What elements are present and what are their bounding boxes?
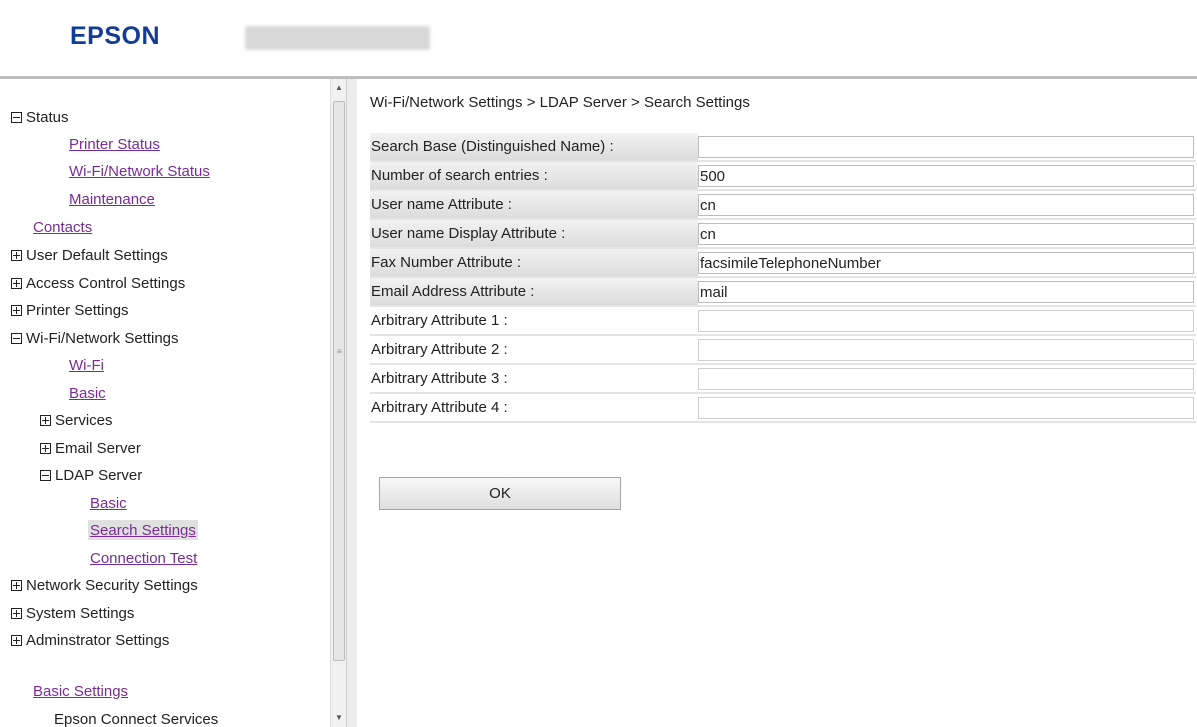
sidebar-item-label: Network Security Settings	[26, 576, 198, 594]
form-row-user-name-display-attribute: User name Display Attribute :	[370, 220, 1196, 249]
collapse-icon[interactable]	[11, 111, 22, 123]
field-label: Arbitrary Attribute 3 :	[371, 370, 508, 387]
sidebar-item-label: Printer Settings	[26, 301, 129, 319]
sidebar-item-email-server[interactable]: Email Server	[40, 438, 141, 458]
form-row-arbitrary-attribute-4: Arbitrary Attribute 4 :	[370, 394, 1196, 423]
scroll-down-arrow-icon[interactable]: ▼	[333, 711, 345, 725]
sidebar-link-contacts[interactable]: Contacts	[33, 217, 92, 237]
sidebar-item-label: System Settings	[26, 604, 135, 622]
grip-icon: ≡	[337, 347, 342, 356]
sidebar-item-label: User Default Settings	[26, 246, 168, 264]
sidebar-item-label: Wi-Fi/Network Settings	[26, 329, 179, 347]
sidebar-item-label: Status	[26, 108, 69, 126]
sidebar-item-network-security-settings[interactable]: Network Security Settings	[11, 575, 198, 595]
form-row-search-base: Search Base (Distinguished Name) :	[370, 133, 1196, 162]
sidebar-item-wifi-network-settings[interactable]: Wi-Fi/Network Settings	[11, 328, 179, 348]
sidebar-link-maintenance[interactable]: Maintenance	[69, 189, 155, 209]
ok-button[interactable]: OK	[379, 477, 621, 510]
sidebar-item-ldap-server[interactable]: LDAP Server	[40, 465, 142, 485]
search-settings-form: Search Base (Distinguished Name) : Numbe…	[370, 133, 1196, 423]
sidebar-link-basic-settings[interactable]: Basic Settings	[33, 681, 128, 701]
sidebar-item-printer-settings[interactable]: Printer Settings	[11, 300, 129, 320]
form-row-fax-number-attribute: Fax Number Attribute :	[370, 249, 1196, 278]
expand-icon[interactable]	[11, 304, 22, 316]
sidebar-item-label: Access Control Settings	[26, 274, 186, 292]
field-label: Fax Number Attribute :	[370, 249, 698, 276]
expand-icon[interactable]	[11, 249, 22, 261]
sidebar-item-services[interactable]: Services	[40, 410, 113, 430]
form-row-email-address-attribute: Email Address Attribute :	[370, 278, 1196, 307]
sidebar-link-wifi-network-status[interactable]: Wi-Fi/Network Status	[69, 161, 210, 181]
form-row-arbitrary-attribute-1: Arbitrary Attribute 1 :	[370, 307, 1196, 336]
collapse-icon[interactable]	[11, 332, 22, 344]
expand-icon[interactable]	[40, 414, 51, 426]
fax-number-attribute-input[interactable]	[698, 252, 1194, 274]
sidebar-item-access-control-settings[interactable]: Access Control Settings	[11, 273, 185, 293]
epson-logo: EPSON	[70, 22, 161, 50]
sidebar-item-status[interactable]: Status	[11, 107, 69, 127]
sidebar-item-label: LDAP Server	[55, 466, 143, 484]
field-label: User name Display Attribute :	[370, 220, 698, 247]
field-label: User name Attribute :	[370, 191, 698, 218]
sidebar-item-administrator-settings[interactable]: Adminstrator Settings	[11, 630, 169, 650]
expand-icon[interactable]	[40, 442, 51, 454]
sidebar-item-user-default-settings[interactable]: User Default Settings	[11, 245, 168, 265]
expand-icon[interactable]	[11, 579, 22, 591]
collapse-icon[interactable]	[40, 469, 51, 481]
form-row-arbitrary-attribute-3: Arbitrary Attribute 3 :	[370, 365, 1196, 394]
sidebar-link-search-settings[interactable]: Search Settings	[88, 520, 198, 540]
arbitrary-attribute-4-input[interactable]	[698, 397, 1194, 419]
page-header: EPSON	[0, 0, 1197, 76]
field-label: Arbitrary Attribute 4 :	[371, 399, 508, 416]
sidebar-item-label: Services	[55, 411, 113, 429]
sidebar-item-system-settings[interactable]: System Settings	[11, 603, 134, 623]
sidebar-item-epson-connect-services[interactable]: Epson Connect Services	[54, 709, 218, 727]
expand-icon[interactable]	[11, 634, 22, 646]
expand-icon[interactable]	[11, 277, 22, 289]
sidebar-scrollbar[interactable]: ▲ ≡ ▼	[330, 79, 347, 727]
sidebar-link-basic[interactable]: Basic	[69, 383, 106, 403]
user-name-attribute-input[interactable]	[698, 194, 1194, 216]
main-content: Wi-Fi/Network Settings > LDAP Server > S…	[347, 79, 1197, 727]
arbitrary-attribute-2-input[interactable]	[698, 339, 1194, 361]
sidebar-item-label: Adminstrator Settings	[26, 631, 170, 649]
sidebar-nav: Status Printer Status Wi-Fi/Network Stat…	[0, 79, 330, 727]
scroll-up-arrow-icon[interactable]: ▲	[333, 81, 345, 95]
field-label: Arbitrary Attribute 1 :	[371, 312, 508, 329]
scrollbar-thumb[interactable]: ≡	[333, 101, 345, 661]
field-label: Email Address Attribute :	[370, 278, 698, 305]
field-label: Arbitrary Attribute 2 :	[371, 341, 508, 358]
form-row-user-name-attribute: User name Attribute :	[370, 191, 1196, 220]
breadcrumb: Wi-Fi/Network Settings > LDAP Server > S…	[370, 94, 750, 111]
field-label: Number of search entries :	[370, 162, 698, 189]
number-of-search-entries-input[interactable]	[698, 165, 1194, 187]
sidebar-item-label: Email Server	[55, 439, 141, 457]
arbitrary-attribute-1-input[interactable]	[698, 310, 1194, 332]
sidebar-link-printer-status[interactable]: Printer Status	[69, 134, 160, 154]
sidebar-link-ldap-basic[interactable]: Basic	[90, 493, 127, 513]
form-row-number-of-search-entries: Number of search entries :	[370, 162, 1196, 191]
email-address-attribute-input[interactable]	[698, 281, 1194, 303]
sidebar-link-connection-test[interactable]: Connection Test	[90, 548, 197, 568]
user-name-display-attribute-input[interactable]	[698, 223, 1194, 245]
field-label: Search Base (Distinguished Name) :	[370, 133, 698, 160]
arbitrary-attribute-3-input[interactable]	[698, 368, 1194, 390]
form-row-arbitrary-attribute-2: Arbitrary Attribute 2 :	[370, 336, 1196, 365]
model-name-blurred	[245, 26, 430, 50]
search-base-input[interactable]	[698, 136, 1194, 158]
expand-icon[interactable]	[11, 607, 22, 619]
sidebar-link-wifi[interactable]: Wi-Fi	[69, 355, 104, 375]
